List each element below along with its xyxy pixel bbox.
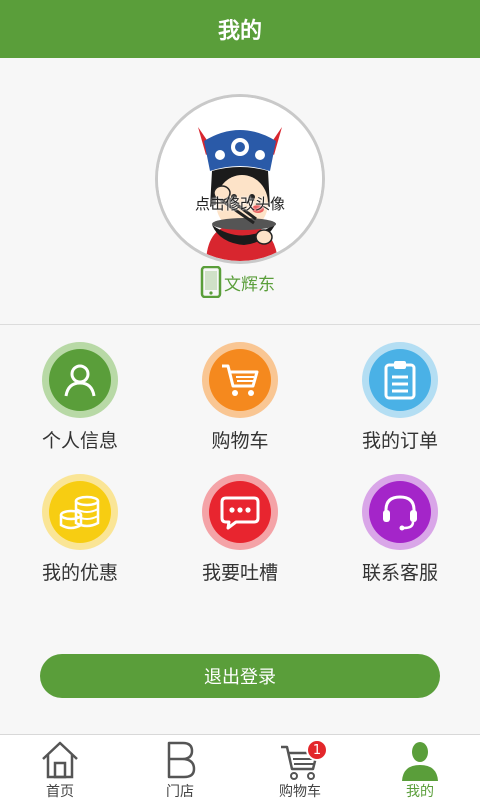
menu-label: 我要吐槽 xyxy=(201,562,278,584)
username-row: 文辉东 xyxy=(200,266,275,298)
home-icon xyxy=(42,741,78,779)
menu-item-customer-service[interactable]: 联系客服 xyxy=(320,462,480,592)
clipboard-icon xyxy=(384,361,416,400)
menu-icon-ring xyxy=(362,342,438,418)
avatar-caption[interactable]: 点击修改头像 xyxy=(158,193,322,214)
username: 文辉东 xyxy=(224,274,275,295)
page-title: 我的 xyxy=(217,19,262,44)
menu-label: 个人信息 xyxy=(41,430,118,452)
user-icon xyxy=(402,742,438,781)
tab-label: 首页 xyxy=(46,784,74,800)
title-bar: 我的 xyxy=(0,0,480,58)
tab-cart[interactable]: 购物车 xyxy=(240,735,360,800)
avatar[interactable]: 点击修改头像 xyxy=(155,94,325,264)
cart-icon xyxy=(222,364,259,396)
chat-bubble-icon xyxy=(220,496,260,530)
store-b-icon xyxy=(167,741,196,779)
bottom-tab-bar: 首页 门店 购物车 1 我的 xyxy=(0,734,480,800)
menu-label: 我的订单 xyxy=(361,430,438,452)
tab-label: 门店 xyxy=(166,784,194,800)
tab-label: 购物车 xyxy=(279,784,321,800)
divider xyxy=(0,324,480,325)
cart-count-badge: 1 xyxy=(306,739,328,761)
mobile-phone-icon xyxy=(200,266,222,298)
headset-icon xyxy=(383,495,417,531)
menu-icon-ring xyxy=(42,474,118,550)
person-icon xyxy=(64,364,96,397)
tab-mine[interactable]: 我的 xyxy=(360,735,480,800)
coins-icon xyxy=(59,495,100,530)
profile-section: 点击修改头像 文辉东 xyxy=(0,58,480,324)
menu-icon-ring xyxy=(202,474,278,550)
menu-item-my-orders[interactable]: 我的订单 xyxy=(320,330,480,460)
avatar-illustration xyxy=(158,97,322,261)
menu-label: 购物车 xyxy=(211,430,269,452)
menu-icon-ring xyxy=(362,474,438,550)
tab-store[interactable]: 门店 xyxy=(120,735,240,800)
menu-item-personal-info[interactable]: 个人信息 xyxy=(0,330,160,460)
menu-item-my-coupons[interactable]: 我的优惠 xyxy=(0,462,160,592)
menu-label: 联系客服 xyxy=(361,562,438,584)
menu-item-cart[interactable]: 购物车 xyxy=(160,330,320,460)
tab-home[interactable]: 首页 xyxy=(0,735,120,800)
menu-icon-ring xyxy=(42,342,118,418)
menu-label: 我的优惠 xyxy=(41,562,118,584)
logout-button[interactable]: 退出登录 xyxy=(40,654,440,698)
menu-item-feedback[interactable]: 我要吐槽 xyxy=(160,462,320,592)
menu-icon-ring xyxy=(202,342,278,418)
tab-label: 我的 xyxy=(406,784,434,800)
